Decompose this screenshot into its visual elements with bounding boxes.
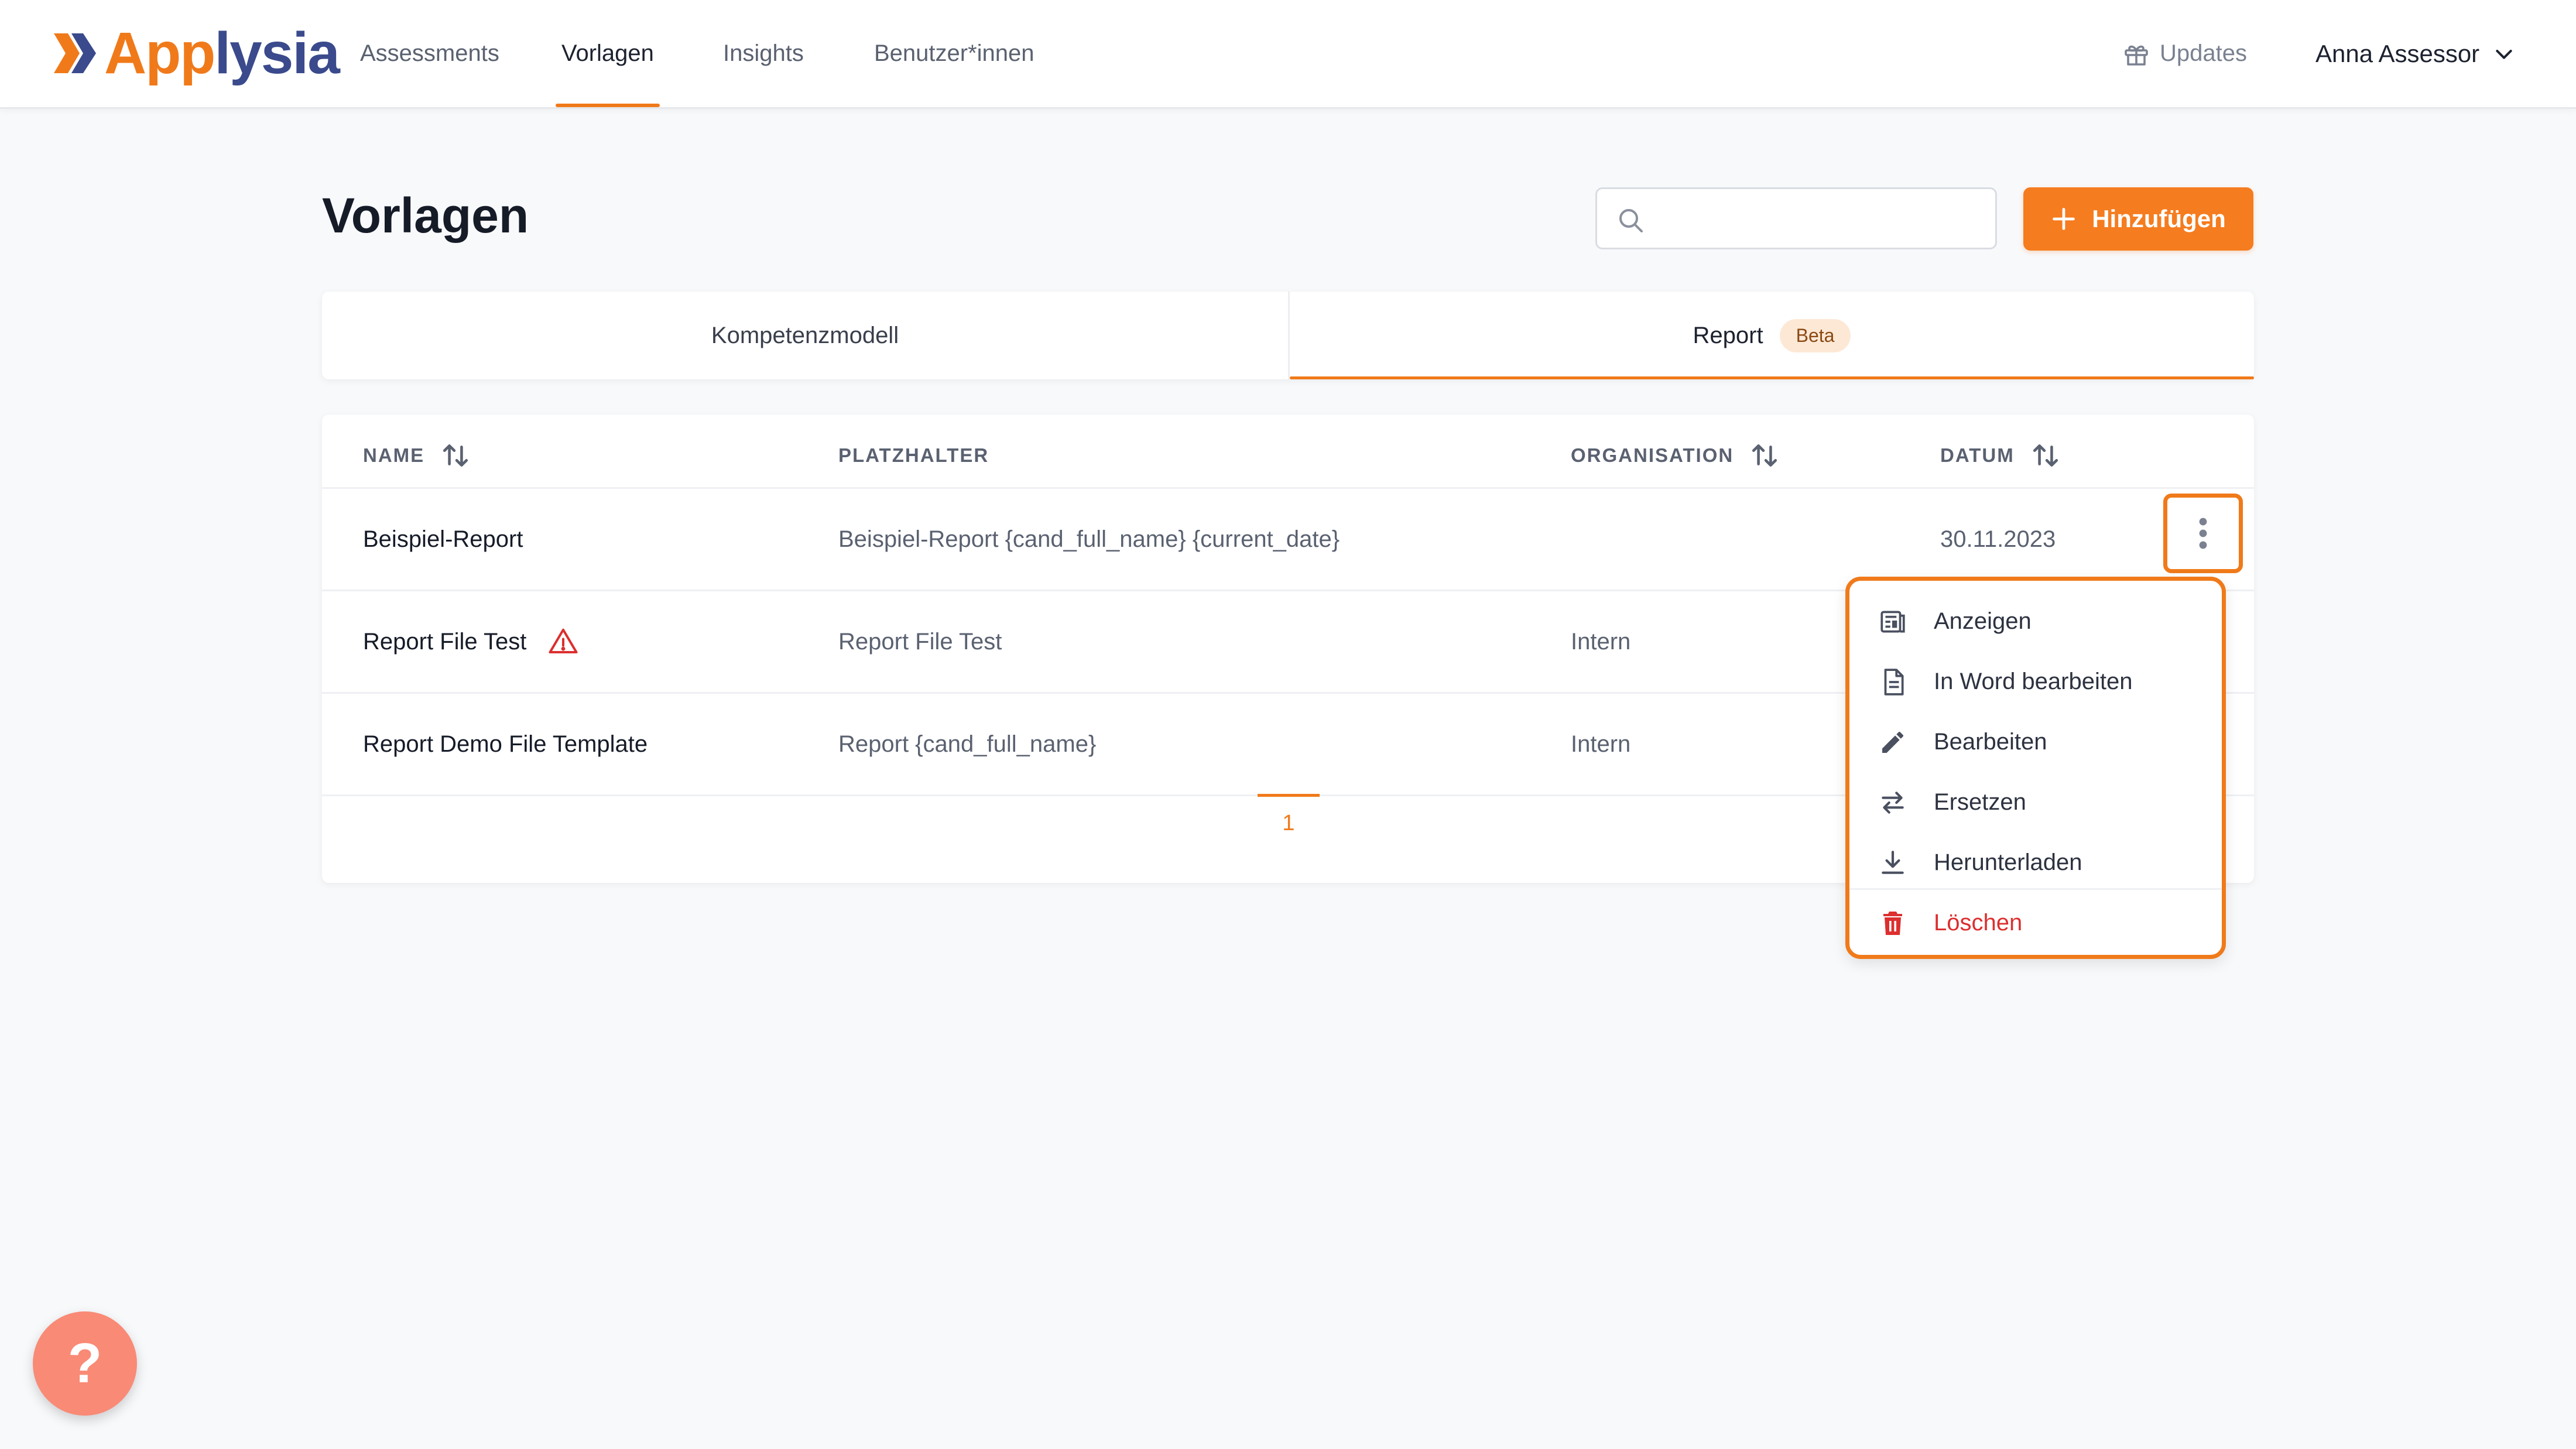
plus-icon (2053, 208, 2075, 230)
search-input[interactable] (1656, 197, 1986, 241)
updates-label: Updates (2160, 40, 2247, 66)
tab-report-label: Report (1693, 322, 1763, 348)
search-icon (1619, 209, 1643, 232)
applysia-logo[interactable]: Applysia (53, 21, 340, 85)
pencil-icon (1882, 731, 1903, 753)
template-type-tabs: Kompetenzmodell Report Beta (322, 292, 2254, 379)
nav-item-assessments[interactable]: Assessments (360, 0, 499, 107)
row-placeholder: Beispiel-Report {cand_full_name} {curren… (838, 526, 1340, 552)
row-organisation: Intern (1571, 731, 1631, 757)
menu-item-herunterladen[interactable]: Herunterladen (1849, 833, 2222, 893)
nav-item-insights[interactable]: Insights (723, 0, 804, 107)
help-button[interactable]: ? (33, 1311, 137, 1416)
download-icon (1882, 850, 1904, 874)
warning-icon (549, 628, 578, 654)
menu-item-herunterladen-label: Herunterladen (1934, 849, 2082, 875)
row-placeholder: Report {cand_full_name} (838, 731, 1097, 757)
column-header-name[interactable]: NAME (363, 438, 470, 473)
tab-kompetenzmodell-label: Kompetenzmodell (711, 322, 899, 348)
nav-item-vorlagen[interactable]: Vorlagen (556, 0, 660, 107)
sort-icon[interactable] (2031, 441, 2060, 470)
menu-item-anzeigen[interactable]: Anzeigen (1849, 591, 2222, 652)
gift-icon (2125, 45, 2148, 66)
page-title: Vorlagen (322, 188, 529, 243)
menu-item-bearbeiten-label: Bearbeiten (1934, 729, 2047, 755)
top-navigation-bar: Applysia Assessments Vorlagen Insights B… (0, 0, 2576, 109)
search-box[interactable] (1595, 187, 1997, 249)
document-icon (1884, 668, 1904, 696)
sort-icon[interactable] (1750, 441, 1779, 470)
user-menu[interactable]: Anna Assessor (2315, 0, 2516, 107)
column-header-datum-label: DATUM (1940, 444, 2015, 466)
column-header-platzhalter-label: PLATZHALTER (838, 444, 989, 466)
updates-link[interactable]: Updates (2122, 0, 2247, 107)
logo-chevrons-icon (54, 33, 96, 73)
swap-icon (1882, 791, 1904, 814)
table-row[interactable]: Beispiel-Report Beispiel-Report {cand_fu… (322, 489, 2254, 591)
menu-item-in-word-bearbeiten-label: In Word bearbeiten (1934, 669, 2133, 694)
row-name-label: Report File Test (363, 628, 527, 655)
row-placeholder: Report File Test (838, 628, 1002, 655)
column-header-datum[interactable]: DATUM (1940, 438, 2060, 473)
row-actions-button[interactable] (2163, 494, 2243, 573)
menu-item-anzeigen-label: Anzeigen (1934, 608, 2032, 634)
menu-item-loeschen-label: Löschen (1934, 910, 2023, 936)
nav-item-benutzer-innen[interactable]: Benutzer*innen (874, 0, 1034, 107)
logo-wordmark-app: App (104, 20, 215, 86)
sort-icon[interactable] (441, 441, 470, 470)
kebab-menu-icon (2199, 518, 2207, 549)
column-header-name-label: NAME (363, 444, 425, 466)
row-name[interactable]: Report File Test (363, 591, 579, 692)
pagination-page-1[interactable]: 1 (1258, 794, 1320, 852)
column-header-platzhalter: PLATZHALTER (838, 438, 989, 473)
menu-item-ersetzen[interactable]: Ersetzen (1849, 772, 2222, 833)
user-name: Anna Assessor (2315, 39, 2480, 67)
row-organisation: Intern (1571, 628, 1631, 655)
column-header-organisation[interactable]: ORGANISATION (1571, 438, 1779, 473)
logo-wordmark: Applysia (104, 24, 340, 83)
row-date: 30.11.2023 (1940, 526, 2056, 552)
add-button-label: Hinzufügen (2092, 205, 2226, 232)
menu-item-bearbeiten[interactable]: Bearbeiten (1849, 712, 2222, 772)
row-name[interactable]: Report Demo File Template (363, 694, 648, 794)
beta-badge: Beta (1779, 318, 1851, 352)
logo-wordmark-lysia: lysia (214, 20, 340, 86)
column-header-organisation-label: ORGANISATION (1571, 444, 1734, 466)
chevron-down-icon (2496, 49, 2512, 59)
menu-item-in-word-bearbeiten[interactable]: In Word bearbeiten (1849, 652, 2222, 712)
row-name[interactable]: Beispiel-Report (363, 489, 523, 590)
trash-icon (1883, 911, 1902, 935)
row-actions-menu: Anzeigen In Word bearbeiten Bearbeiten E… (1845, 577, 2226, 959)
menu-divider (1849, 888, 2222, 890)
tab-kompetenzmodell[interactable]: Kompetenzmodell (322, 292, 1290, 379)
menu-item-ersetzen-label: Ersetzen (1934, 789, 2026, 815)
view-icon (1880, 610, 1905, 633)
menu-item-loeschen[interactable]: Löschen (1849, 893, 2222, 953)
add-button[interactable]: Hinzufügen (2023, 187, 2253, 251)
tab-report[interactable]: Report Beta (1290, 292, 2254, 379)
